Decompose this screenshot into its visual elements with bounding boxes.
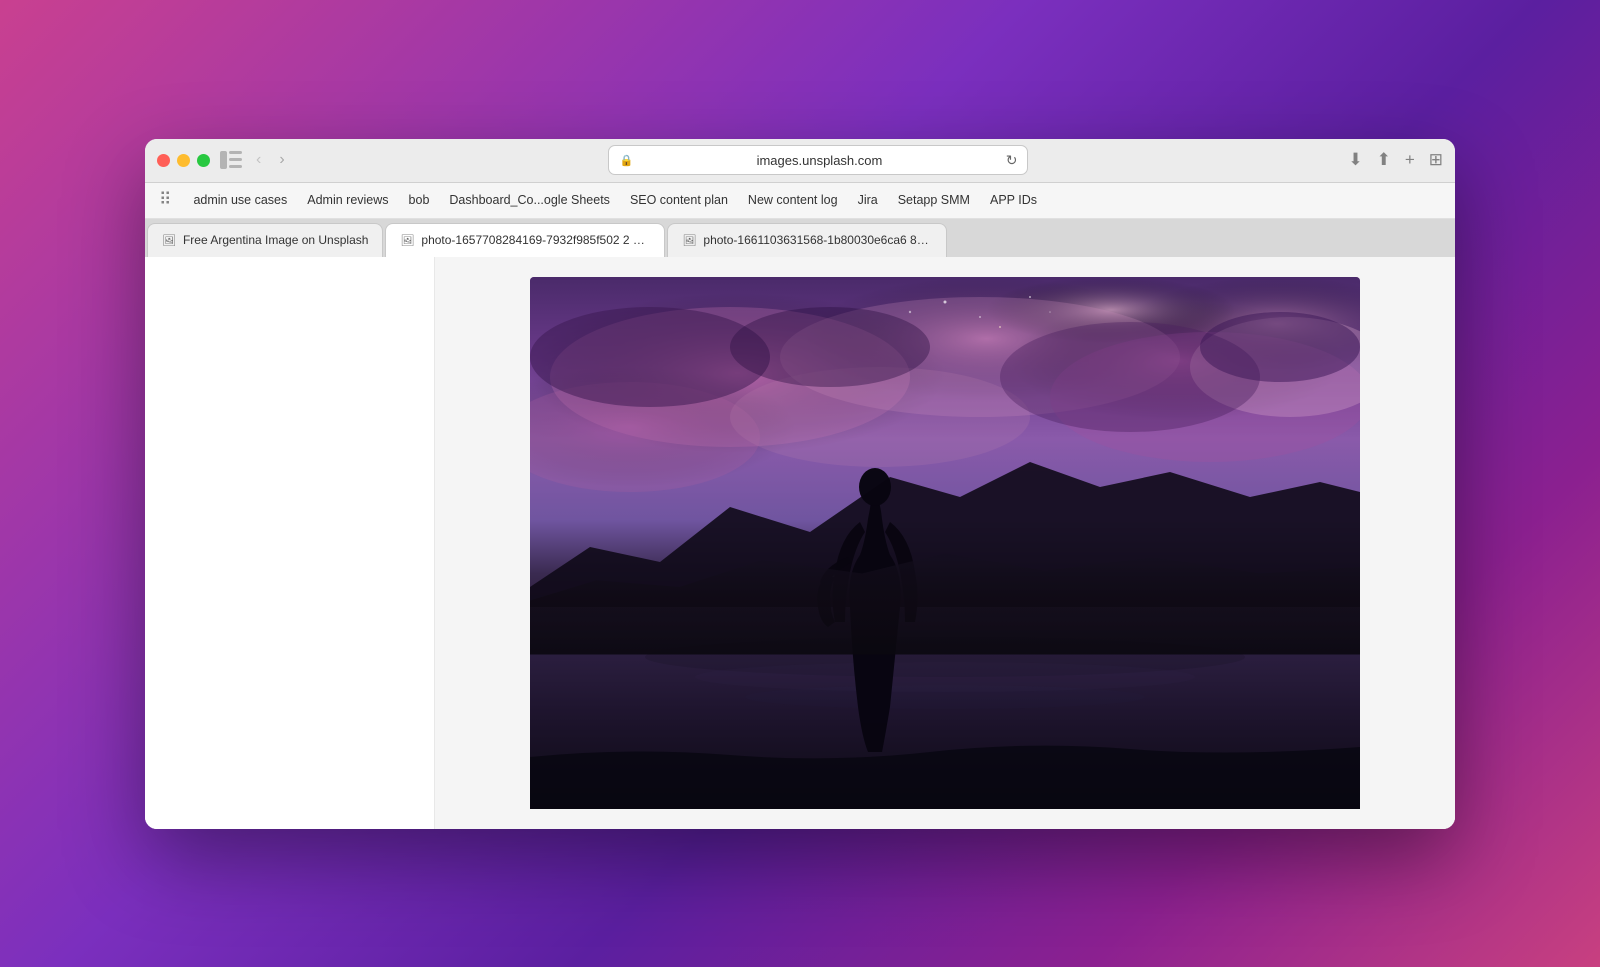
tab-favicon-1: 🖼 (400, 234, 414, 247)
new-tab-icon[interactable]: + (1405, 150, 1415, 170)
content-area (145, 257, 1455, 829)
photo-container (530, 277, 1360, 809)
bookmark-app-ids[interactable]: APP IDs (980, 189, 1047, 211)
tab-title-0: Free Argentina Image on Unsplash (183, 233, 368, 247)
main-content (435, 257, 1455, 829)
minimize-button[interactable] (177, 154, 190, 167)
sidebar-panel (145, 257, 435, 829)
lock-icon: 🔒 (619, 154, 633, 167)
bookmark-seo[interactable]: SEO content plan (620, 189, 738, 211)
apps-grid-icon[interactable]: ⠿ (159, 190, 171, 210)
share-icon[interactable]: ⬆ (1377, 150, 1391, 170)
bookmark-dashboard[interactable]: Dashboard_Co...ogle Sheets (439, 189, 620, 211)
tab-favicon-0: 🖼 (162, 234, 176, 247)
back-button[interactable]: ‹ (252, 150, 265, 170)
address-bar[interactable]: 🔒 images.unsplash.com ↻ (608, 145, 1028, 175)
address-bar-container: 🔒 images.unsplash.com ↻ (299, 145, 1339, 175)
tab-title-2: photo-1661103631568-1b80030e6ca6 871x580… (703, 233, 932, 247)
tab-2[interactable]: 🖼 photo-1661103631568-1b80030e6ca6 871x5… (667, 223, 947, 257)
tab-favicon-2: 🖼 (682, 234, 696, 247)
reload-icon[interactable]: ↻ (1006, 152, 1018, 169)
tab-1[interactable]: 🖼 photo-1657708284169-7932f985f502 2 264… (385, 223, 665, 257)
url-text: images.unsplash.com (639, 153, 1000, 168)
bookmark-new-content-log[interactable]: New content log (738, 189, 848, 211)
photo-image (530, 277, 1360, 809)
bookmark-jira[interactable]: Jira (848, 189, 888, 211)
bookmarks-bar: ⠿ admin use cases Admin reviews bob Dash… (145, 183, 1455, 219)
bookmark-admin-use-cases[interactable]: admin use cases (183, 189, 297, 211)
tab-0[interactable]: 🖼 Free Argentina Image on Unsplash (147, 223, 383, 257)
forward-button[interactable]: › (275, 150, 288, 170)
bookmark-setapp-smm[interactable]: Setapp SMM (888, 189, 980, 211)
bookmark-admin-reviews[interactable]: Admin reviews (297, 189, 398, 211)
title-bar: ‹ › 🔒 images.unsplash.com ↻ ⬇ ⬆ + ⊞ (145, 139, 1455, 183)
sidebar-toggle-button[interactable] (220, 151, 242, 169)
browser-window: ‹ › 🔒 images.unsplash.com ↻ ⬇ ⬆ + ⊞ ⠿ ad… (145, 139, 1455, 829)
bookmark-bob[interactable]: bob (399, 189, 440, 211)
download-icon[interactable]: ⬇ (1348, 150, 1362, 170)
tabs-bar: 🖼 Free Argentina Image on Unsplash 🖼 pho… (145, 219, 1455, 257)
close-button[interactable] (157, 154, 170, 167)
toolbar-right: ⬇ ⬆ + ⊞ (1348, 150, 1443, 170)
grid-view-icon[interactable]: ⊞ (1429, 150, 1443, 170)
traffic-lights (157, 154, 210, 167)
maximize-button[interactable] (197, 154, 210, 167)
tab-title-1: photo-1657708284169-7932f985f502 2 264x2… (421, 233, 650, 247)
